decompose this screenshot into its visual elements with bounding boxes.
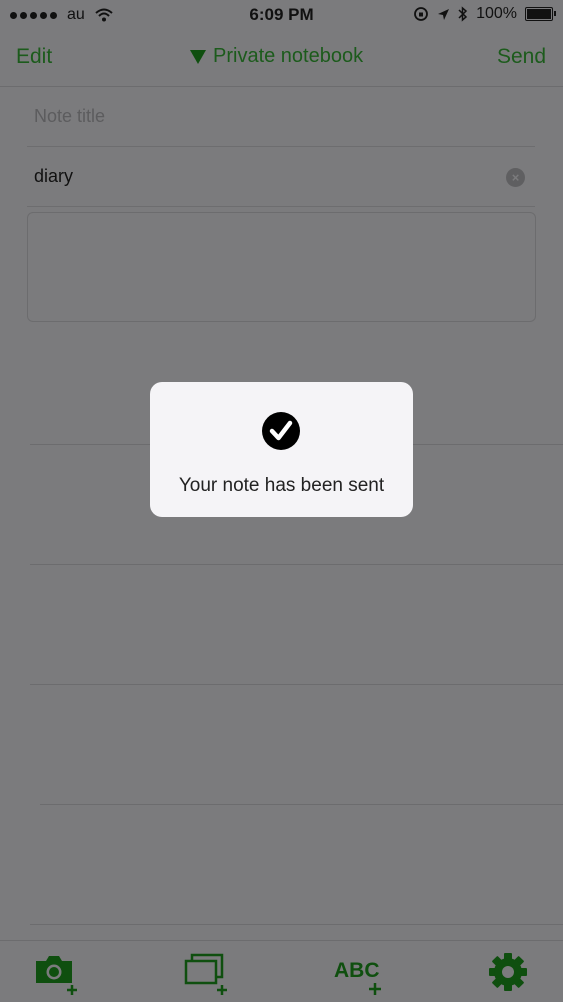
battery-percent: 100%: [476, 5, 517, 22]
divider: [40, 804, 563, 805]
toast-message: Your note has been sent: [178, 475, 385, 496]
bottom-toolbar: ABC: [0, 940, 563, 1001]
divider: [30, 924, 563, 925]
status-right: 100%: [413, 5, 556, 23]
add-image-button[interactable]: [184, 949, 230, 997]
rotation-lock-icon: [414, 7, 428, 21]
plus-icon: [369, 983, 381, 995]
notebook-selector[interactable]: Private notebook: [190, 45, 363, 68]
tag-input[interactable]: [27, 150, 474, 202]
location-arrow-icon: [438, 8, 450, 20]
abc-label: ABC: [334, 959, 380, 982]
note-title-row: [27, 90, 535, 147]
navigation-bar: Edit Private notebook Send: [0, 30, 563, 87]
edit-button[interactable]: Edit: [16, 45, 52, 69]
send-button[interactable]: Send: [497, 45, 546, 69]
divider: [30, 684, 563, 685]
gear-icon: [489, 953, 527, 991]
settings-button[interactable]: [488, 949, 530, 997]
checkmark-icon: [262, 412, 300, 450]
note-body-input[interactable]: [27, 212, 536, 322]
bluetooth-icon: [458, 6, 468, 22]
notebook-name: Private notebook: [213, 45, 364, 67]
battery-icon: [525, 7, 556, 21]
sent-confirmation-toast: Your note has been sent: [150, 382, 413, 517]
clear-icon[interactable]: ×: [506, 168, 525, 187]
images-plus-icon: [184, 953, 227, 995]
text-format-button[interactable]: ABC: [334, 949, 386, 997]
dropdown-triangle-icon: [190, 49, 206, 64]
status-bar: au 6:09 PM 100%: [0, 0, 563, 30]
note-title-input[interactable]: [27, 90, 474, 142]
add-photo-button[interactable]: [34, 949, 80, 997]
tag-row: ×: [27, 150, 535, 207]
divider: [30, 564, 563, 565]
camera-plus-icon: [36, 956, 77, 995]
